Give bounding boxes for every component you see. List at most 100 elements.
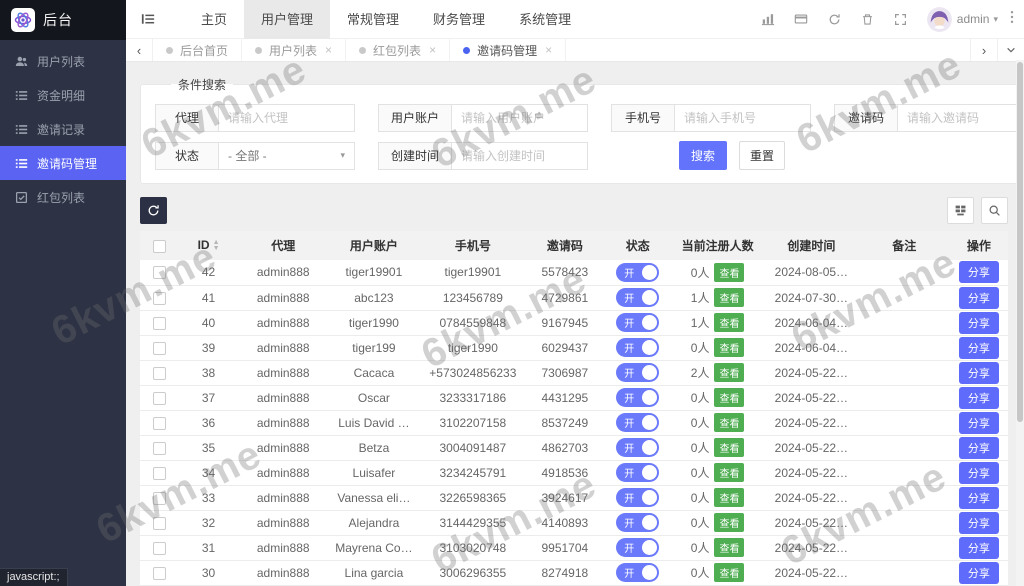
view-button[interactable]: 查看	[714, 438, 745, 457]
share-button[interactable]: 分享	[958, 261, 999, 284]
bar-chart-icon[interactable]	[752, 12, 785, 26]
hamburger-icon[interactable]	[126, 12, 170, 26]
view-button[interactable]: 查看	[714, 338, 745, 357]
tab-close-icon[interactable]: ×	[429, 43, 436, 57]
tabs-scroll-right-icon[interactable]: ›	[970, 39, 997, 61]
tab-1[interactable]: 用户列表 ×	[242, 39, 347, 61]
row-checkbox[interactable]	[152, 266, 166, 280]
row-checkbox[interactable]	[152, 291, 166, 305]
columns-filter-icon[interactable]	[947, 197, 974, 224]
status-toggle[interactable]: 开	[616, 538, 660, 557]
status-toggle[interactable]: 开	[616, 288, 660, 307]
filter-input[interactable]	[452, 141, 589, 170]
sidebar-item-3[interactable]: 邀请码管理	[0, 146, 126, 180]
tabs-scroll-left-icon[interactable]: ‹	[126, 39, 153, 61]
tab-2[interactable]: 红包列表 ×	[346, 39, 451, 61]
share-button[interactable]: 分享	[958, 461, 999, 484]
tab-close-icon[interactable]: ×	[545, 43, 552, 57]
row-checkbox[interactable]	[152, 516, 166, 530]
status-toggle[interactable]: 开	[616, 563, 660, 582]
row-checkbox[interactable]	[152, 466, 166, 480]
share-button[interactable]: 分享	[958, 336, 999, 359]
row-checkbox[interactable]	[152, 416, 166, 430]
view-button[interactable]: 查看	[714, 288, 745, 307]
share-button[interactable]: 分享	[958, 486, 999, 509]
scrollbar-thumb[interactable]	[1017, 62, 1023, 422]
share-button[interactable]: 分享	[958, 386, 999, 409]
filter-input[interactable]	[675, 104, 812, 132]
view-button[interactable]: 查看	[714, 413, 745, 432]
user-name[interactable]: admin	[957, 12, 990, 26]
select-all-checkbox[interactable]	[152, 239, 166, 253]
tab-0[interactable]: 后台首页	[153, 39, 243, 61]
status-toggle[interactable]: 开	[616, 488, 660, 507]
filter-input[interactable]	[219, 104, 355, 132]
chevron-down-icon[interactable]: ▾	[993, 14, 998, 25]
status-select[interactable]: - 全部 - ▾	[219, 141, 355, 170]
view-button[interactable]: 查看	[714, 538, 745, 557]
vertical-scrollbar[interactable]	[1016, 60, 1024, 586]
filter-input[interactable]	[452, 104, 589, 132]
trash-icon[interactable]	[851, 13, 884, 26]
row-checkbox[interactable]	[152, 341, 166, 355]
row-checkbox[interactable]	[152, 491, 166, 505]
nav-item-0[interactable]: 主页	[184, 0, 244, 39]
sidebar-item-0[interactable]: 用户列表	[0, 44, 126, 78]
nav-item-1[interactable]: 用户管理	[244, 0, 331, 39]
sort-icon[interactable]: ▲ ▼	[213, 239, 220, 253]
view-button[interactable]: 查看	[714, 262, 745, 282]
sidebar-item-4[interactable]: 红包列表	[0, 180, 126, 214]
status-toggle[interactable]: 开	[616, 313, 660, 332]
status-toggle[interactable]: 开	[616, 262, 660, 282]
status-toggle[interactable]: 开	[616, 338, 660, 357]
view-button[interactable]: 查看	[714, 363, 745, 382]
toggle-on-label: 开	[624, 369, 635, 380]
cell-status: 开	[604, 260, 672, 286]
row-checkbox[interactable]	[152, 316, 166, 330]
column-header-0[interactable]: ID ▲ ▼	[178, 231, 239, 260]
kebab-menu-icon[interactable]	[1006, 10, 1024, 29]
share-button[interactable]: 分享	[958, 511, 999, 534]
tabs-dropdown-icon[interactable]	[997, 39, 1024, 61]
view-button[interactable]: 查看	[714, 463, 745, 482]
row-checkbox[interactable]	[152, 441, 166, 455]
search-button[interactable]: 搜索	[679, 141, 728, 170]
tab-3[interactable]: 邀请码管理 ×	[450, 39, 567, 61]
share-button[interactable]: 分享	[958, 286, 999, 309]
share-button[interactable]: 分享	[958, 311, 999, 334]
share-button[interactable]: 分享	[958, 361, 999, 384]
credit-card-icon[interactable]	[785, 12, 818, 26]
refresh-icon[interactable]	[818, 13, 851, 26]
view-button[interactable]: 查看	[714, 513, 745, 532]
status-toggle[interactable]: 开	[616, 363, 660, 382]
row-checkbox[interactable]	[152, 541, 166, 555]
tab-close-icon[interactable]: ×	[325, 43, 332, 57]
view-button[interactable]: 查看	[714, 488, 745, 507]
share-button[interactable]: 分享	[958, 561, 999, 584]
share-button[interactable]: 分享	[958, 436, 999, 459]
row-checkbox[interactable]	[152, 566, 166, 580]
view-button[interactable]: 查看	[714, 563, 745, 582]
sidebar-item-1[interactable]: 资金明细	[0, 78, 126, 112]
reset-button[interactable]: 重置	[739, 141, 786, 170]
status-toggle[interactable]: 开	[616, 413, 660, 432]
share-button[interactable]: 分享	[958, 536, 999, 559]
row-checkbox[interactable]	[152, 391, 166, 405]
nav-item-4[interactable]: 系统管理	[502, 0, 588, 39]
fullscreen-icon[interactable]	[884, 13, 917, 26]
status-toggle[interactable]: 开	[616, 513, 660, 532]
status-toggle[interactable]: 开	[616, 438, 660, 457]
view-button[interactable]: 查看	[714, 388, 745, 407]
nav-item-2[interactable]: 常规管理	[330, 0, 416, 39]
refresh-table-button[interactable]	[140, 197, 167, 224]
status-toggle[interactable]: 开	[616, 463, 660, 482]
row-checkbox[interactable]	[152, 366, 166, 380]
nav-item-3[interactable]: 财务管理	[416, 0, 502, 39]
user-avatar[interactable]	[926, 6, 952, 32]
filter-input[interactable]	[898, 104, 1024, 132]
share-button[interactable]: 分享	[958, 411, 999, 434]
search-table-icon[interactable]	[981, 197, 1008, 224]
sidebar-item-2[interactable]: 邀请记录	[0, 112, 126, 146]
status-toggle[interactable]: 开	[616, 388, 660, 407]
view-button[interactable]: 查看	[714, 313, 745, 332]
